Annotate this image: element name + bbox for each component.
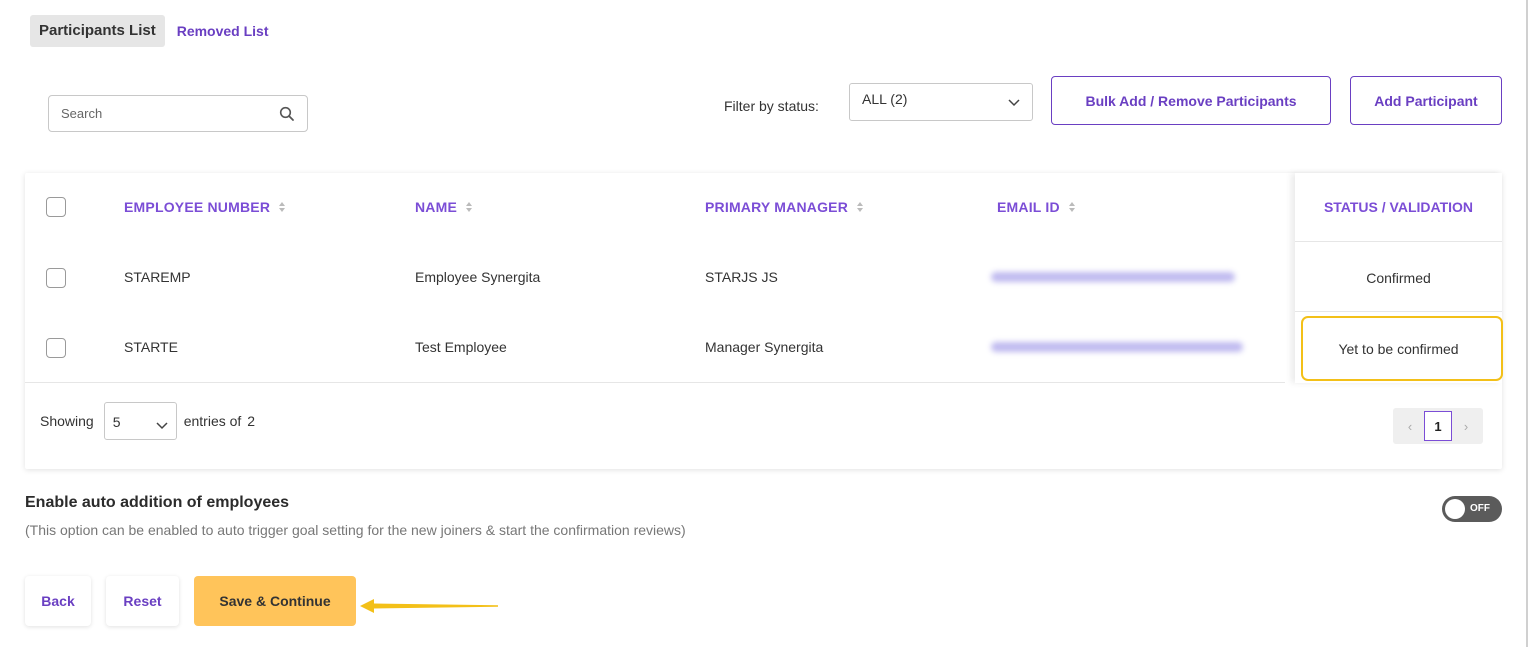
chevron-down-icon [1008, 94, 1020, 110]
back-button[interactable]: Back [25, 576, 91, 626]
status-highlight-box [1301, 316, 1503, 381]
auto-addition-description: (This option can be enabled to auto trig… [25, 522, 686, 538]
auto-addition-title: Enable auto addition of employees [25, 494, 290, 511]
cell-name: Employee Synergita [415, 269, 541, 285]
total-entries: 2 [247, 413, 256, 429]
sort-icon [856, 200, 864, 216]
previous-page-button[interactable]: ‹ [1396, 412, 1424, 440]
cell-primary-manager: Manager Synergita [705, 339, 824, 355]
header-email-id[interactable]: EMAIL ID [997, 199, 1076, 216]
row-divider [1295, 241, 1502, 242]
header-employee-number[interactable]: EMPLOYEE NUMBER [124, 199, 286, 216]
tab-bar: Participants List Removed List [30, 15, 269, 47]
pagination: ‹ 1 › [1393, 408, 1483, 444]
cell-email-blurred [991, 272, 1235, 282]
chevron-down-icon [156, 417, 168, 433]
participants-table-card: EMPLOYEE NUMBER NAME PRIMARY MANAGER EMA… [25, 173, 1502, 469]
save-continue-button[interactable]: Save & Continue [194, 576, 356, 626]
select-all-checkbox[interactable] [46, 197, 66, 217]
row-checkbox[interactable] [46, 338, 66, 358]
cell-employee-number: STAREMP [124, 269, 191, 285]
search-icon[interactable] [279, 106, 295, 122]
annotation-arrow-icon [360, 596, 500, 621]
page-size-select[interactable]: 5 [103, 402, 177, 440]
bulk-add-remove-button[interactable]: Bulk Add / Remove Participants [1051, 76, 1331, 125]
header-name[interactable]: NAME [415, 199, 473, 216]
sort-icon [465, 200, 473, 216]
row-checkbox[interactable] [46, 268, 66, 288]
cell-primary-manager: STARJS JS [705, 269, 778, 285]
next-page-button[interactable]: › [1452, 412, 1480, 440]
row-divider [1295, 311, 1502, 312]
toggle-state-label: OFF [1470, 503, 1490, 514]
toggle-knob [1445, 499, 1465, 519]
sort-icon [1068, 200, 1076, 216]
header-name-label: NAME [415, 199, 458, 215]
status-filter-value: ALL (2) [862, 91, 908, 107]
header-primary-manager-label: PRIMARY MANAGER [705, 199, 849, 215]
status-confirmed: Confirmed [1366, 270, 1431, 286]
status-filter-select[interactable]: ALL (2) [849, 83, 1033, 121]
search-box [48, 95, 308, 132]
table-footer: Showing 5 entries of 2 [40, 402, 255, 440]
sort-icon [278, 200, 286, 216]
cell-email-blurred [991, 342, 1243, 352]
search-input[interactable] [61, 106, 261, 121]
header-status-validation: STATUS / VALIDATION [1323, 199, 1474, 215]
page-size-value: 5 [112, 414, 121, 430]
tab-removed-list[interactable]: Removed List [177, 23, 269, 39]
cell-employee-number: STARTE [124, 339, 178, 355]
row-divider [25, 382, 1285, 383]
entries-of-label: entries of [183, 413, 242, 429]
auto-addition-toggle[interactable]: OFF [1442, 496, 1502, 522]
page-1-button[interactable]: 1 [1424, 411, 1452, 441]
showing-label: Showing [40, 413, 94, 429]
header-primary-manager[interactable]: PRIMARY MANAGER [705, 199, 864, 216]
filter-label: Filter by status: [724, 98, 819, 114]
header-email-id-label: EMAIL ID [997, 199, 1060, 215]
tab-participants-list[interactable]: Participants List [30, 15, 165, 47]
header-employee-number-label: EMPLOYEE NUMBER [124, 199, 271, 215]
add-participant-button[interactable]: Add Participant [1350, 76, 1502, 125]
reset-button[interactable]: Reset [106, 576, 179, 626]
cell-name: Test Employee [415, 339, 507, 355]
